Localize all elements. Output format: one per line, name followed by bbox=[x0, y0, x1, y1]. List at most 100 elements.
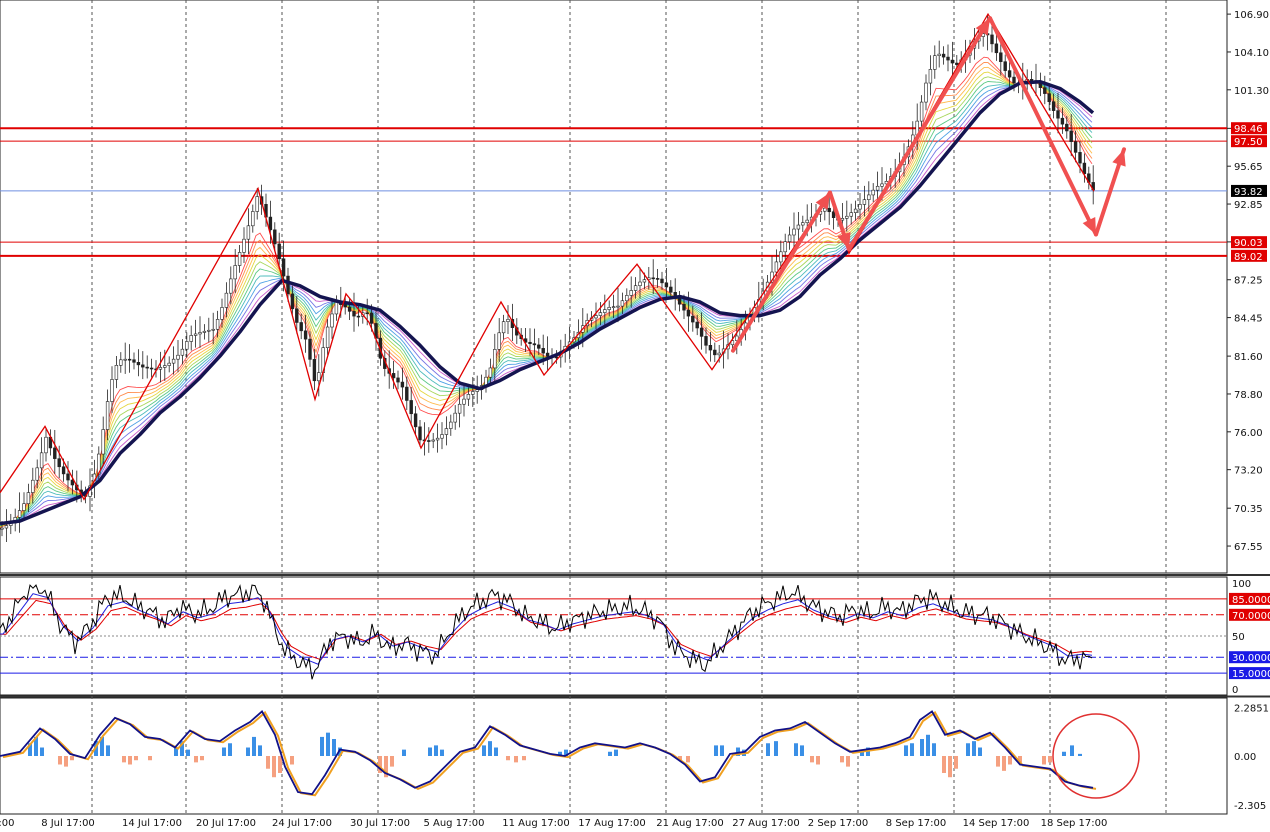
macd-histogram-bar bbox=[948, 756, 952, 778]
candle-body bbox=[616, 305, 620, 308]
candle-body bbox=[871, 189, 875, 196]
candle-body bbox=[400, 381, 405, 388]
y-tick-label: 81.60 bbox=[1234, 352, 1263, 363]
y-tick-label: 78.80 bbox=[1234, 390, 1263, 401]
candle-body bbox=[475, 389, 479, 392]
candle-body bbox=[431, 439, 435, 442]
candle-body bbox=[61, 466, 66, 475]
candle-body bbox=[207, 329, 211, 332]
candle-body bbox=[44, 436, 48, 454]
macd-histogram-bar bbox=[514, 756, 518, 763]
chart-svg[interactable]: 106.90104.10101.3098.4595.6592.8590.0587… bbox=[0, 0, 1270, 829]
candle-body bbox=[224, 292, 229, 308]
macd-histogram-bar bbox=[794, 743, 798, 756]
candle-body bbox=[273, 229, 277, 245]
candle-body bbox=[1065, 123, 1069, 132]
macd-histogram-bar bbox=[58, 756, 62, 765]
candle-body bbox=[801, 222, 805, 226]
macd-histogram-bar bbox=[714, 745, 718, 756]
candle-body bbox=[858, 204, 862, 210]
candle-body bbox=[625, 295, 629, 302]
candle-body bbox=[1073, 141, 1078, 153]
y-tick-label: 87.25 bbox=[1234, 276, 1263, 287]
candle-body bbox=[933, 55, 937, 70]
macd-histogram-bar bbox=[186, 749, 190, 756]
y-tick-label: 104.10 bbox=[1234, 48, 1269, 59]
macd-histogram-bar bbox=[522, 756, 526, 761]
candle-body bbox=[308, 338, 312, 360]
candle-body bbox=[132, 359, 136, 363]
x-tick-label: 30 Jul 17:00 bbox=[350, 818, 410, 828]
chart-window[interactable]: 106.90104.10101.3098.4595.6592.8590.0587… bbox=[0, 0, 1270, 829]
macd-histogram-bar bbox=[390, 756, 394, 767]
candle-body bbox=[633, 285, 638, 291]
macd-histogram-bar bbox=[720, 745, 724, 756]
macd-histogram-bar bbox=[326, 732, 330, 756]
candle-body bbox=[391, 373, 396, 379]
candle-body bbox=[202, 330, 207, 333]
candle-body bbox=[1003, 61, 1007, 71]
candle-body bbox=[31, 479, 35, 493]
macd-tick-label: 2.2851 bbox=[1234, 703, 1269, 714]
x-tick-label: 17 Aug 17:00 bbox=[578, 818, 645, 828]
x-tick-label: 27 Aug 17:00 bbox=[732, 818, 799, 828]
stoch-tick-label: 0 bbox=[1232, 685, 1238, 696]
macd-histogram-bar bbox=[488, 741, 492, 756]
candle-body bbox=[827, 207, 831, 213]
candle-body bbox=[471, 391, 475, 395]
x-tick-label: 20 Jul 17:00 bbox=[196, 818, 256, 828]
current-price-label: 93.82 bbox=[1234, 187, 1263, 198]
y-tick-label: 106.90 bbox=[1234, 10, 1269, 21]
candle-body bbox=[849, 212, 853, 217]
candle-body bbox=[1007, 70, 1012, 78]
candle-body bbox=[999, 52, 1003, 62]
candle-body bbox=[237, 252, 242, 266]
macd-histogram-bar bbox=[1048, 756, 1052, 763]
candle-body bbox=[660, 278, 664, 284]
candle-body bbox=[779, 251, 783, 263]
candle-body bbox=[171, 358, 176, 364]
candle-body bbox=[880, 183, 884, 187]
candle-body bbox=[691, 315, 695, 323]
candle-body bbox=[669, 286, 673, 293]
macd-histogram-bar bbox=[272, 756, 276, 778]
candle-body bbox=[594, 315, 598, 319]
candle-body bbox=[831, 211, 836, 218]
candle-body bbox=[853, 208, 858, 213]
candle-body bbox=[418, 426, 422, 441]
macd-histogram-bar bbox=[200, 756, 204, 761]
candle-body bbox=[638, 281, 642, 287]
candle-body bbox=[352, 311, 356, 317]
candle-body bbox=[53, 447, 57, 459]
macd-histogram-bar bbox=[840, 756, 844, 763]
macd-histogram-bar bbox=[246, 747, 250, 756]
stoch-level-label: 85.0000 bbox=[1232, 595, 1270, 606]
candle-body bbox=[713, 349, 717, 356]
macd-histogram-bar bbox=[846, 756, 850, 767]
candle-body bbox=[193, 333, 198, 336]
candle-body bbox=[611, 306, 616, 308]
candle-body bbox=[1051, 101, 1056, 111]
candle-body bbox=[1069, 130, 1073, 142]
candle-body bbox=[211, 328, 215, 331]
candle-body bbox=[862, 199, 867, 205]
candle-body bbox=[145, 366, 149, 369]
macd-histogram-bar bbox=[966, 743, 970, 756]
candle-body bbox=[17, 510, 22, 518]
candle-body bbox=[189, 335, 193, 342]
macd-histogram-bar bbox=[816, 756, 820, 765]
candle-body bbox=[686, 309, 691, 317]
candle-body bbox=[119, 359, 123, 366]
candle-body bbox=[1043, 87, 1047, 94]
candle-body bbox=[365, 312, 369, 315]
candle-body bbox=[950, 59, 955, 64]
candle-body bbox=[149, 367, 154, 370]
candle-body bbox=[4, 525, 9, 529]
candle-body bbox=[774, 261, 779, 273]
macd-tick-label: 0.00 bbox=[1234, 752, 1256, 763]
candle-body bbox=[268, 216, 273, 231]
macd-histogram-bar bbox=[290, 756, 294, 765]
macd-histogram-bar bbox=[148, 756, 152, 761]
candle-body bbox=[347, 306, 352, 312]
macd-histogram-bar bbox=[122, 756, 126, 763]
